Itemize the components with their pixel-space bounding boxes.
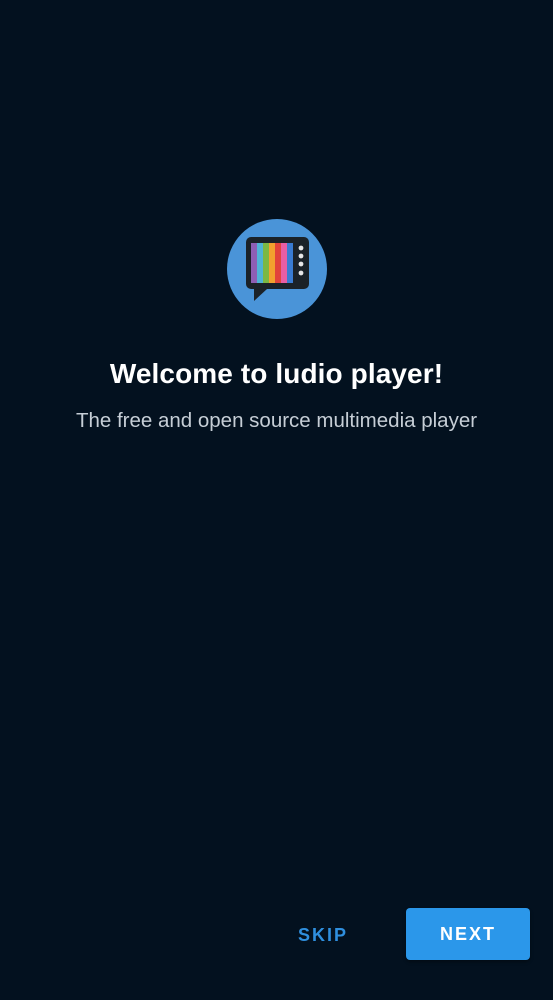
app-logo xyxy=(227,219,327,319)
onboarding-screen: Welcome to ludio player! The free and op… xyxy=(0,0,553,1000)
welcome-title: Welcome to ludio player! xyxy=(109,358,444,389)
welcome-subtitle: The free and open source multimedia play… xyxy=(75,409,478,432)
tv-speech-bubble-icon xyxy=(227,219,327,319)
next-button[interactable]: NEXT xyxy=(406,908,530,960)
skip-button[interactable]: SKIP xyxy=(283,910,363,960)
